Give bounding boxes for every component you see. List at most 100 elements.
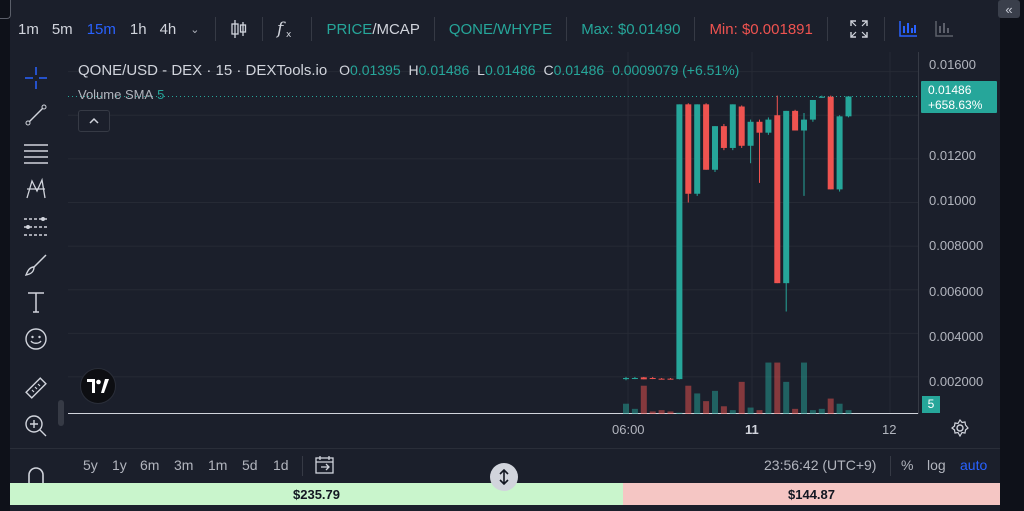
chart-settings-icon[interactable]: [933, 18, 955, 40]
candle: [703, 103, 710, 170]
candle-body: [703, 104, 710, 170]
low-key: L: [477, 62, 485, 78]
buy-volume: $235.79: [10, 483, 623, 505]
time-axis[interactable]: 06:00 11 12: [68, 414, 918, 444]
candle-body: [845, 96, 852, 117]
timeframe-5m[interactable]: 5m: [52, 21, 73, 38]
range-1d[interactable]: 1d: [273, 457, 289, 473]
volume-bar: [685, 385, 692, 414]
volume-bar: [694, 393, 701, 414]
volume-bar: [774, 362, 781, 414]
mcap-option[interactable]: MCAP: [376, 21, 419, 38]
timeframe-4h[interactable]: 4h: [160, 21, 177, 38]
candle-body: [658, 378, 665, 380]
log-toggle[interactable]: log: [927, 457, 946, 473]
current-price: 0.01486: [928, 83, 972, 97]
horizontal-lines-icon[interactable]: [23, 140, 49, 166]
candle: [712, 126, 718, 172]
zoom-in-icon[interactable]: [23, 413, 49, 439]
volume-bar: [712, 390, 718, 414]
timeframe-15m[interactable]: 15m: [87, 21, 116, 38]
candle-body: [818, 96, 825, 98]
price-tick: 0.01600: [929, 57, 976, 72]
candle: [676, 104, 683, 380]
range-1m[interactable]: 1m: [208, 457, 227, 473]
percent-toggle[interactable]: %: [901, 457, 913, 473]
candle-body: [774, 115, 781, 284]
tradingview-logo[interactable]: [80, 368, 116, 404]
time-tick: 12: [882, 422, 897, 437]
toolbar-divider: [694, 17, 696, 41]
chevron-down-icon[interactable]: ⌄: [190, 23, 199, 36]
goto-date-icon[interactable]: [315, 455, 335, 480]
candle-body: [738, 106, 745, 146]
volume-bar: [623, 403, 629, 414]
crosshair-icon[interactable]: [23, 65, 49, 91]
resize-handle[interactable]: [490, 463, 518, 491]
range-1y[interactable]: 1y: [112, 457, 127, 473]
top-toolbar: 1m 5m 15m 1h 4h ⌄ fx PRICE/MCAP QONE/WHY…: [10, 8, 1000, 50]
text-tool-icon[interactable]: [23, 289, 49, 315]
candle-body: [827, 96, 834, 190]
open-value: 0.01395: [350, 62, 401, 78]
vertical-arrows-icon: [499, 469, 509, 485]
auto-toggle[interactable]: auto: [960, 457, 987, 473]
candle: [729, 104, 736, 151]
pattern-tool-icon[interactable]: [23, 176, 49, 202]
candle-body: [640, 377, 647, 380]
price-chart[interactable]: [68, 52, 918, 414]
indicators-fx-icon[interactable]: fx: [275, 18, 297, 40]
candle-body: [623, 378, 629, 380]
toolbar-divider: [883, 17, 885, 41]
candle-body: [756, 121, 763, 133]
brush-icon[interactable]: [23, 252, 49, 278]
ruler-icon[interactable]: [23, 375, 49, 401]
volume-bar: [765, 362, 772, 414]
candle: [774, 95, 781, 284]
fullscreen-icon[interactable]: [848, 18, 870, 40]
candle: [720, 123, 727, 151]
current-price-badge: 0.01486 +658.63%: [921, 81, 997, 113]
settings-gear-icon[interactable]: [951, 418, 969, 442]
candle: [694, 104, 701, 196]
double-chevron-left-icon: «: [1005, 1, 1013, 17]
fib-retracement-icon[interactable]: [23, 214, 49, 240]
timeframe-1m[interactable]: 1m: [18, 21, 39, 38]
trend-line-icon[interactable]: [23, 102, 49, 128]
toolbar-scroll-handle[interactable]: [58, 400, 64, 426]
price-tick: 0.002000: [929, 374, 984, 389]
pair-selector[interactable]: QONE/WHYPE: [449, 21, 552, 38]
volume-badge: 5: [922, 396, 940, 413]
collapse-legend-button[interactable]: [78, 110, 110, 132]
timeframe-1h[interactable]: 1h: [130, 21, 147, 38]
range-6m[interactable]: 6m: [140, 457, 159, 473]
candle-body: [801, 119, 807, 131]
ohlc-legend: QONE/USD - DEX · 15 · DEXTools.io O0.013…: [78, 62, 739, 79]
emoji-icon[interactable]: [23, 326, 49, 352]
close-value: 0.01486: [553, 62, 605, 78]
time-tick: 11: [745, 422, 759, 437]
candle: [685, 103, 692, 203]
toolbar-divider: [311, 17, 313, 41]
current-change: +658.63%: [928, 98, 983, 112]
chart-layout-icon[interactable]: [897, 18, 919, 40]
candle: [845, 96, 852, 118]
candle-body: [685, 104, 692, 194]
range-5d[interactable]: 5d: [242, 457, 258, 473]
candle: [792, 109, 799, 131]
price-option[interactable]: PRICE: [326, 21, 372, 38]
price-tick: 0.006000: [929, 284, 984, 299]
sell-volume: $144.87: [623, 483, 1000, 505]
collapse-panel-button[interactable]: «: [998, 0, 1020, 18]
candle: [809, 99, 816, 122]
candle: [756, 119, 763, 183]
toolbar-divider: [215, 17, 217, 41]
time-tick: 06:00: [612, 422, 645, 437]
candlestick-chart-icon[interactable]: [228, 18, 250, 40]
candle: [765, 117, 772, 135]
range-5y[interactable]: 5y: [83, 457, 98, 473]
clock-timezone[interactable]: 23:56:42 (UTC+9): [764, 457, 876, 473]
drawing-toolbar: [10, 52, 62, 492]
price-mcap-toggle[interactable]: PRICE/MCAP: [326, 21, 419, 38]
range-3m[interactable]: 3m: [174, 457, 193, 473]
